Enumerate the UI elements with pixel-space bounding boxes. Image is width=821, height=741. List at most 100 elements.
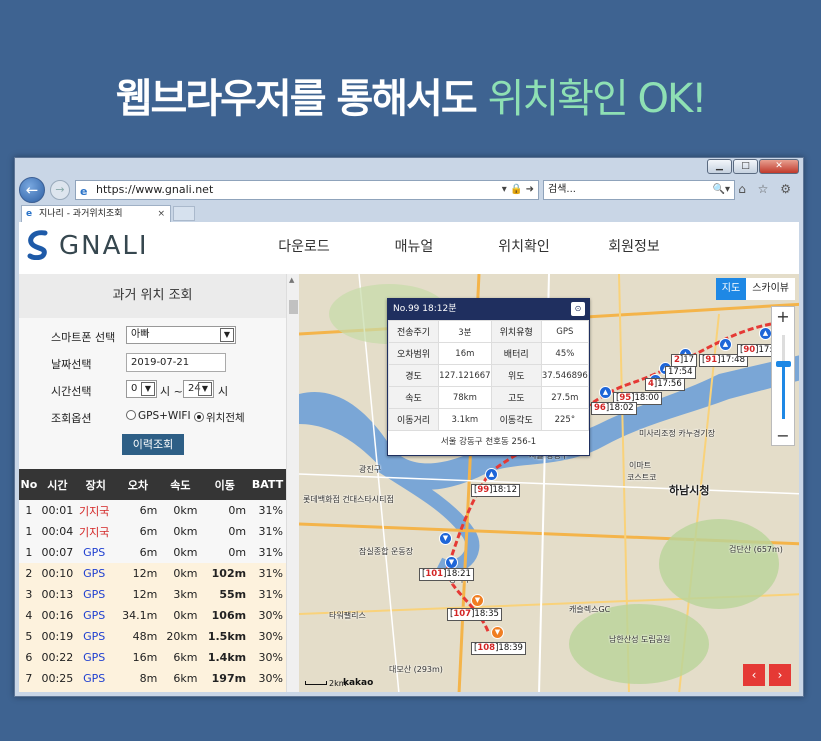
table-row[interactable]: 6 00:22 GPS 16m 6km 1.4km 30% (19, 647, 286, 668)
cell-device: 기지국 (79, 525, 110, 539)
location-marker[interactable]: ▲ (719, 338, 732, 351)
place-emart: 이마트 (629, 461, 652, 470)
new-tab-button[interactable] (173, 206, 195, 221)
scroll-up-icon[interactable]: ▲ (289, 276, 298, 285)
location-marker[interactable]: ▼ (439, 532, 452, 545)
col-time[interactable]: 시간 (38, 469, 77, 500)
date-label: 날짜선택 (51, 358, 92, 371)
col-speed[interactable]: 속도 (160, 469, 201, 500)
map-type-map[interactable]: 지도 (715, 278, 747, 300)
ie-icon: e (80, 185, 88, 198)
search-icon[interactable]: 🔍▾ (713, 181, 730, 199)
url-text: https://www.gnali.net (96, 183, 214, 196)
map-view[interactable]: 하남시청 미사리조정 카누경기장 검단산 (657m) 남한산성 도립공원 이마… (299, 274, 799, 692)
minimize-button[interactable]: ▁ (707, 159, 732, 174)
close-button[interactable]: ✕ (759, 159, 799, 174)
table-row[interactable]: 800:28기지국15.4m0km63m29% (19, 689, 286, 692)
col-batt[interactable]: BATT (249, 469, 286, 500)
back-button[interactable]: ← (19, 177, 45, 203)
tab-favicon: e (26, 209, 33, 219)
table-row[interactable]: 1 00:04 기지국 6m 0km 0m 31% (19, 521, 286, 542)
location-marker-orange[interactable]: ▼ (491, 626, 504, 639)
cell-batt: 29% (249, 689, 286, 692)
phone-select[interactable]: 아빠 ▼ (126, 326, 236, 344)
menu-location[interactable]: 위치확인 (469, 236, 579, 256)
search-input[interactable]: 검색... 🔍▾ (543, 180, 735, 200)
route-label-96[interactable]: 96]18:02 (591, 402, 637, 415)
url-tools[interactable]: ▾ 🔒 ➜ (502, 181, 534, 199)
location-marker[interactable]: ▲ (599, 386, 612, 399)
table-row[interactable]: 2 00:10 GPS 12m 0km 102m 31% (19, 563, 286, 584)
table-row[interactable]: 1 00:01 기지국 6m 0km 0m 31% (19, 500, 286, 521)
menu-member[interactable]: 회원정보 (579, 236, 689, 256)
route-label-108[interactable]: [108]18:39 (471, 642, 526, 655)
route-label-4[interactable]: 4]17:56 (645, 378, 685, 391)
route-label-101[interactable]: [101]18:21 (419, 568, 474, 581)
route-label-107[interactable]: [107]18:35 (447, 608, 502, 621)
time-from-select[interactable]: 0 ▼ (126, 380, 157, 398)
tab-active[interactable]: e 지나리 - 과거위치조회 × (21, 205, 171, 222)
popup-value: 16m (438, 342, 492, 365)
cell-device: GPS (76, 563, 116, 584)
cell-speed: 6km (160, 668, 201, 689)
popup-close-icon[interactable]: ⊙ (571, 302, 585, 316)
cell-time: 00:22 (38, 647, 77, 668)
col-no[interactable]: No (19, 469, 39, 500)
col-error[interactable]: 오차 (115, 469, 161, 500)
zoom-out-button[interactable]: − (772, 426, 794, 445)
cell-move: 102m (200, 563, 250, 584)
route-label-99[interactable]: [99]18:12 (471, 484, 520, 497)
location-marker[interactable]: ▲ (485, 468, 498, 481)
menu-download[interactable]: 다운로드 (249, 236, 359, 256)
next-button[interactable]: › (769, 664, 791, 686)
popup-value: 78km (438, 386, 492, 409)
tab-close-icon[interactable]: × (157, 206, 165, 222)
maximize-button[interactable]: □ (733, 159, 758, 174)
cell-no: 7 (19, 668, 39, 689)
cell-move: 1.4km (200, 647, 250, 668)
table-row[interactable]: 5 00:19 GPS 48m 20km 1.5km 30% (19, 626, 286, 647)
cell-speed: 20km (160, 626, 201, 647)
toolbar-icons[interactable]: ⌂ ☆ ⚙ (738, 182, 795, 196)
headline-accent: 위치확인 OK! (487, 76, 708, 122)
prev-button[interactable]: ‹ (743, 664, 765, 686)
map-type-skyview[interactable]: 스카이뷰 (746, 278, 795, 300)
table-body: 1 00:01 기지국 6m 0km 0m 31% 1 00:04 기지국 6m 0km 0m 31% 1 0… (19, 500, 286, 692)
table-row[interactable]: 7 00:25 GPS 8m 6km 197m 30% (19, 668, 286, 689)
cell-batt: 31% (258, 504, 283, 517)
menu-manual[interactable]: 매뉴얼 (359, 236, 469, 256)
query-button[interactable]: 이력조회 (122, 434, 184, 455)
search-placeholder: 검색... (548, 184, 576, 195)
cell-device: GPS (76, 668, 116, 689)
zoom-in-button[interactable]: + (772, 307, 794, 326)
cell-error: 12m (115, 563, 161, 584)
popup-value: 27.5m (540, 386, 590, 409)
url-input[interactable]: e https://www.gnali.net ▾ 🔒 ➜ (75, 180, 539, 200)
table-row[interactable]: 3 00:13 GPS 12m 3km 55m 31% (19, 584, 286, 605)
cell-error: 12m (115, 584, 161, 605)
main-menu: 다운로드 매뉴얼 위치확인 회원정보 (249, 236, 689, 256)
col-move[interactable]: 이동 (200, 469, 250, 500)
radio-gps-wifi[interactable]: GPS+WIFI (126, 410, 191, 422)
chevron-down-icon: ▼ (141, 382, 155, 396)
cell-error: 6m (139, 504, 158, 517)
cell-no: 6 (19, 647, 39, 668)
table-row[interactable]: 1 00:07 GPS 6m 0km 0m 31% (19, 542, 286, 563)
radio-all[interactable]: 위치전체 (194, 410, 245, 425)
cell-time: 00:04 (41, 525, 74, 538)
cell-time: 00:10 (38, 563, 77, 584)
table-row[interactable]: 4 00:16 GPS 34.1m 0km 106m 30% (19, 605, 286, 626)
phone-label: 스마트폰 선택 (51, 331, 116, 344)
location-marker-orange[interactable]: ▼ (471, 594, 484, 607)
date-input[interactable]: 2019-07-21 (126, 353, 226, 372)
col-device[interactable]: 장치 (76, 469, 116, 500)
zoom-slider-handle[interactable] (776, 361, 791, 367)
scroll-thumb[interactable] (289, 300, 298, 314)
panel-scrollbar[interactable]: ▲ (286, 274, 299, 692)
forward-button[interactable]: → (50, 180, 70, 200)
time-to-select[interactable]: 24 ▼ (183, 380, 214, 398)
site-header: GNALI 다운로드 매뉴얼 위치확인 회원정보 (19, 222, 799, 274)
cell-device: GPS (76, 605, 116, 626)
popup-value: 45% (540, 342, 590, 365)
browser-window: ▁ □ ✕ ← → e https://www.gnali.net ▾ 🔒 ➜ … (14, 157, 804, 697)
